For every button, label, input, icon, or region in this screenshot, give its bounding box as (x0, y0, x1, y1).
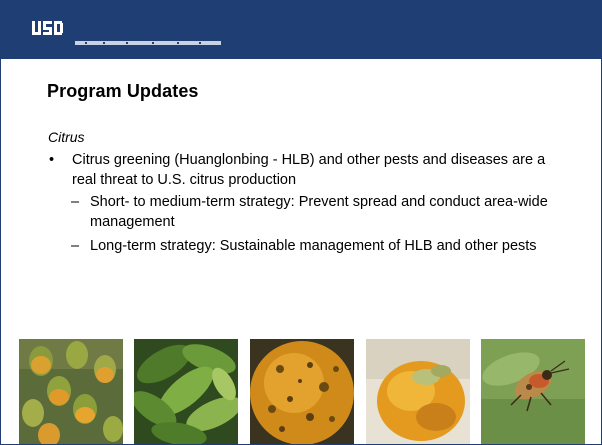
sub-bullet-text: Long-term strategy: Sustainable manageme… (90, 238, 537, 254)
photo-greening-fruit (19, 339, 123, 444)
sub-bullet-item: – Long-term strategy: Sustainable manage… (49, 236, 569, 256)
photo-psyllid-pest (481, 339, 585, 444)
sub-bullet-text: Short- to medium-term strategy: Prevent … (90, 194, 548, 230)
photo-spotted-orange (250, 339, 354, 444)
slide: Program Updates Citrus • Citrus greening… (0, 0, 602, 445)
agency-wordmark (75, 41, 221, 45)
photo-strip (19, 339, 585, 444)
bullet-marker: • (49, 152, 55, 168)
header-banner (1, 1, 601, 59)
sub-bullet-item: – Short- to medium-term strategy: Preven… (49, 192, 569, 232)
bullet-list: • Citrus greening (Huanglonbing - HLB) a… (49, 150, 569, 256)
photo-misshapen-orange (366, 339, 470, 444)
bullet-text: Citrus greening (Huanglonbing - HLB) and… (72, 152, 546, 188)
bullet-item: • Citrus greening (Huanglonbing - HLB) a… (49, 150, 569, 190)
sub-bullet-marker: – (71, 238, 80, 254)
sub-bullet-marker: – (71, 194, 80, 210)
section-label: Citrus (48, 129, 85, 145)
slide-title: Program Updates (47, 81, 199, 101)
agency-logo (31, 17, 65, 39)
photo-citrus-leaves (134, 339, 238, 444)
